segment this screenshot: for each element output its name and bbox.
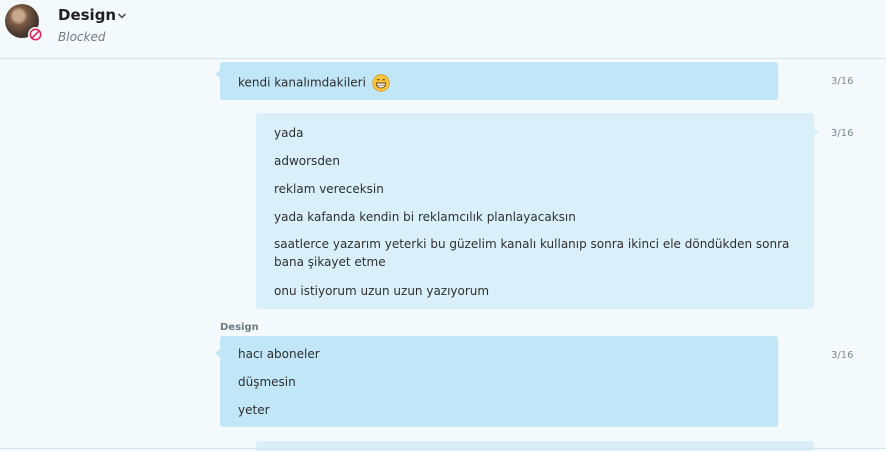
blocked-icon [28, 27, 43, 42]
message-text: adworsden [274, 154, 340, 168]
message-time: 3/16 [831, 350, 854, 361]
message-bubble[interactable]: yada adworsden reklam vereceksin yada ka… [256, 113, 814, 309]
message-list[interactable]: kendi kanalımdakileri 3/16 yada adworsde… [0, 59, 886, 451]
message-text: yada kafanda kendin bi reklamcılık planl… [274, 210, 576, 224]
message-time: 3/16 [831, 128, 854, 139]
message-text: reklam vereceksin [274, 182, 384, 196]
message-bubble[interactable] [256, 441, 814, 451]
message-text: yeter [238, 403, 270, 417]
contact-status: Blocked [58, 30, 106, 44]
message-text: saatlerce yazarım yeterki bu güzelim kan… [274, 237, 790, 269]
conversation-header: Design Blocked [0, 0, 886, 59]
composer-divider [0, 448, 886, 449]
message-text: hacı aboneler [238, 347, 320, 361]
message-bubble[interactable]: kendi kanalımdakileri [220, 62, 778, 100]
message-bubble[interactable]: hacı aboneler düşmesin yeter [220, 336, 778, 427]
message-text: kendi kanalımdakileri [238, 75, 366, 90]
message-text: onu istiyorum uzun uzun yazıyorum [274, 284, 490, 298]
sender-name: Design [220, 322, 259, 333]
grinning-face-icon [372, 74, 390, 92]
message-text: düşmesin [238, 375, 296, 389]
message-time: 3/16 [831, 76, 854, 87]
chevron-down-icon[interactable] [116, 10, 128, 22]
bubble-tail [814, 128, 819, 136]
contact-name[interactable]: Design [58, 6, 116, 24]
message-text: yada [274, 126, 304, 140]
